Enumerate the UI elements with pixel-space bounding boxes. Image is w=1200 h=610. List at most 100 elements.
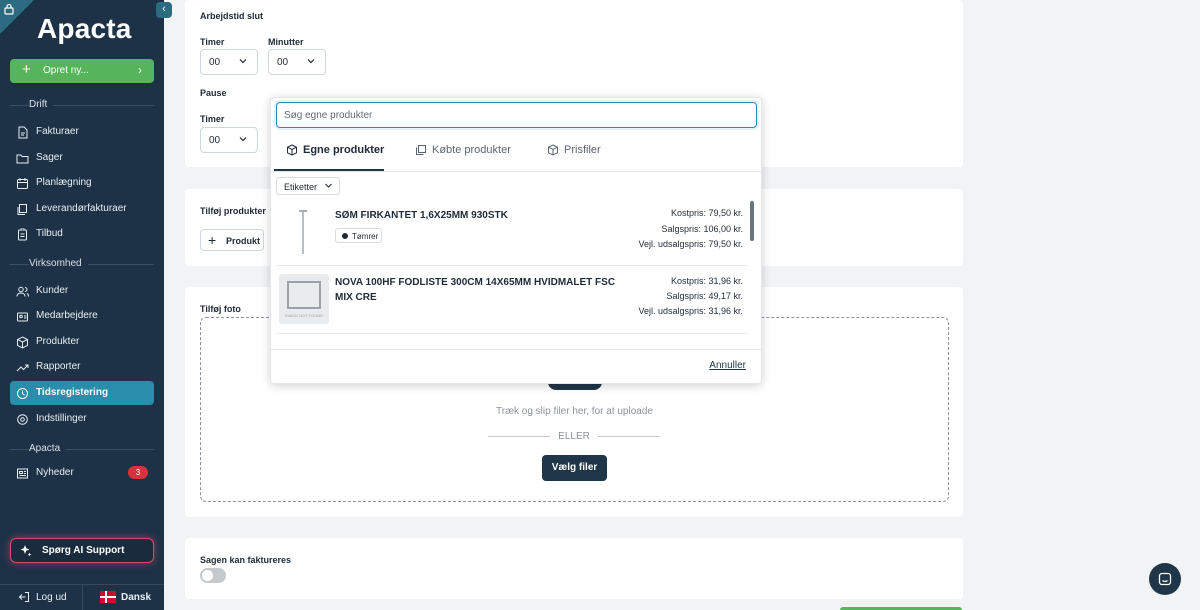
tabs-divider xyxy=(271,171,761,172)
create-new-label: Opret ny... xyxy=(43,65,89,76)
product-thumbnail xyxy=(299,210,307,254)
news-icon xyxy=(17,468,28,479)
gear-icon xyxy=(17,414,28,425)
chevron-down-icon xyxy=(239,59,247,64)
product-retail-price: Vejl. udsalgspris: 31,96 kr. xyxy=(638,306,743,316)
choose-files-button[interactable]: Vælg filer xyxy=(542,455,607,481)
plus-icon: + xyxy=(22,61,31,78)
sidebar-item-indstillinger[interactable]: Indstillinger xyxy=(10,407,154,431)
pause-hours-label: Timer xyxy=(200,114,225,124)
sidebar-item-label: Produkter xyxy=(36,336,80,347)
clock-icon xyxy=(17,388,28,399)
plus-icon: + xyxy=(208,232,217,248)
minutes-label: Minutter xyxy=(268,37,304,47)
sidebar-item-fakturaer[interactable]: Fakturaer xyxy=(10,120,154,144)
section-virksomhed: Virksomhed xyxy=(10,258,154,272)
product-search-input[interactable] xyxy=(276,102,757,128)
logout-icon xyxy=(18,592,29,602)
sidebar-item-label: Medarbejdere xyxy=(36,310,98,321)
collapse-sidebar-button[interactable]: ‹ xyxy=(156,2,172,18)
ai-support-label: Spørg AI Support xyxy=(42,545,125,556)
sidebar-item-tidsregistering[interactable]: Tidsregistering xyxy=(10,381,154,405)
chat-launcher-button[interactable] xyxy=(1149,563,1181,595)
sidebar-item-label: Sager xyxy=(36,152,63,163)
sidebar-item-produkter[interactable]: Produkter xyxy=(10,330,154,354)
end-hours-value: 00 xyxy=(209,57,221,68)
sidebar-item-label: Indstillinger xyxy=(36,413,87,424)
logout-label: Log ud xyxy=(36,592,67,603)
sidebar-item-medarbejdere[interactable]: Medarbejdere xyxy=(10,304,154,328)
box-icon xyxy=(548,144,558,156)
section-drift: Drift xyxy=(10,99,154,113)
sidebar-item-label: Fakturaer xyxy=(36,126,79,137)
news-count-badge: 3 xyxy=(128,466,148,479)
billable-label: Sagen kan faktureres xyxy=(200,555,292,565)
clipboard-icon xyxy=(18,228,27,241)
tags-filter-dropdown[interactable]: Etiketter xyxy=(276,177,340,195)
image-placeholder-icon xyxy=(287,281,321,309)
chat-icon xyxy=(1158,572,1172,586)
invoice-icon xyxy=(18,126,28,139)
sidebar-item-leverandorfakturaer[interactable]: Leverandørfakturaer xyxy=(10,197,154,221)
chevron-down-icon xyxy=(307,59,315,64)
billable-card xyxy=(185,538,963,599)
footer-divider xyxy=(82,584,83,610)
pause-hours-select[interactable]: 00 xyxy=(200,127,258,153)
add-product-label: Produkt xyxy=(226,236,261,246)
list-divider xyxy=(276,333,748,334)
product-search-popover: Egne produkter Købte produkter Prisfiler… xyxy=(270,97,762,384)
sidebar-item-nyheder[interactable]: Nyheder 3 xyxy=(10,461,154,485)
image-not-found-text: IMAGE NOT FOUND xyxy=(285,313,323,318)
sidebar-item-planlaegning[interactable]: Planlægning xyxy=(10,171,154,195)
drop-instructions: Træk og slip filer her, for at uploade xyxy=(496,406,653,417)
sidebar-item-sager[interactable]: Sager xyxy=(10,146,154,170)
list-divider xyxy=(276,265,748,266)
end-hours-select[interactable]: 00 xyxy=(200,49,258,75)
add-product-button[interactable]: + Produkt xyxy=(200,229,264,251)
end-time-label: Arbejdstid slut xyxy=(200,11,264,21)
section-label: Drift xyxy=(29,99,54,110)
billable-toggle[interactable] xyxy=(200,568,226,583)
list-scrollbar[interactable] xyxy=(750,201,754,241)
tag-dot-icon xyxy=(342,233,348,239)
employee-icon xyxy=(17,312,28,322)
product-retail-price: Vejl. udsalgspris: 79,50 kr. xyxy=(638,239,743,249)
cancel-link[interactable]: Annuller xyxy=(709,360,746,371)
sidebar-item-label: Leverandørfakturaer xyxy=(36,203,127,214)
sidebar: Apacta + Opret ny... › Drift Fakturaer S… xyxy=(0,0,164,610)
sidebar-item-label: Tidsregistering xyxy=(36,387,109,398)
sidebar-item-label: Planlægning xyxy=(36,177,92,188)
add-photo-label: Tilføj foto xyxy=(200,304,241,314)
sidebar-item-kunder[interactable]: Kunder xyxy=(10,279,154,303)
product-name[interactable]: NOVA 100HF FODLISTE 300CM 14X65MM HVIDMA… xyxy=(335,275,635,305)
ai-support-button[interactable]: Spørg AI Support xyxy=(10,538,154,563)
add-products-label: Tilføj produkter xyxy=(200,206,266,216)
active-tab-indicator xyxy=(274,169,384,171)
danish-flag-icon xyxy=(100,591,116,603)
end-minutes-value: 00 xyxy=(277,57,289,68)
product-cost-price: Kostpris: 79,50 kr. xyxy=(670,208,743,218)
lock-icon[interactable] xyxy=(4,3,14,15)
pause-hours-value: 00 xyxy=(209,135,221,146)
box-icon xyxy=(17,336,28,349)
sidebar-item-label: Kunder xyxy=(36,285,69,296)
users-icon xyxy=(16,286,29,297)
sidebar-item-tilbud[interactable]: Tilbud xyxy=(10,222,154,246)
box-icon xyxy=(287,144,297,156)
product-name[interactable]: SØM FIRKANTET 1,6X25MM 930STK xyxy=(335,208,635,223)
sidebar-item-rapporter[interactable]: Rapporter xyxy=(10,355,154,379)
create-new-button[interactable]: + Opret ny... › xyxy=(10,59,154,83)
tags-filter-label: Etiketter xyxy=(284,182,318,192)
app-logo[interactable]: Apacta xyxy=(37,13,132,45)
tab-label: Købte produkter xyxy=(432,144,511,156)
end-minutes-select[interactable]: 00 xyxy=(268,49,326,75)
section-label: Virksomhed xyxy=(29,258,88,269)
image-not-found-thumbnail: IMAGE NOT FOUND xyxy=(279,274,329,324)
section-label: Apacta xyxy=(29,443,67,454)
or-divider: ELLER xyxy=(488,431,660,443)
pause-label: Pause xyxy=(200,88,227,98)
product-sale-price: Salgspris: 49,17 kr. xyxy=(666,291,743,301)
language-label: Dansk xyxy=(121,592,152,603)
tag-label: Tømrer xyxy=(352,232,379,241)
tab-label: Egne produkter xyxy=(303,144,385,156)
